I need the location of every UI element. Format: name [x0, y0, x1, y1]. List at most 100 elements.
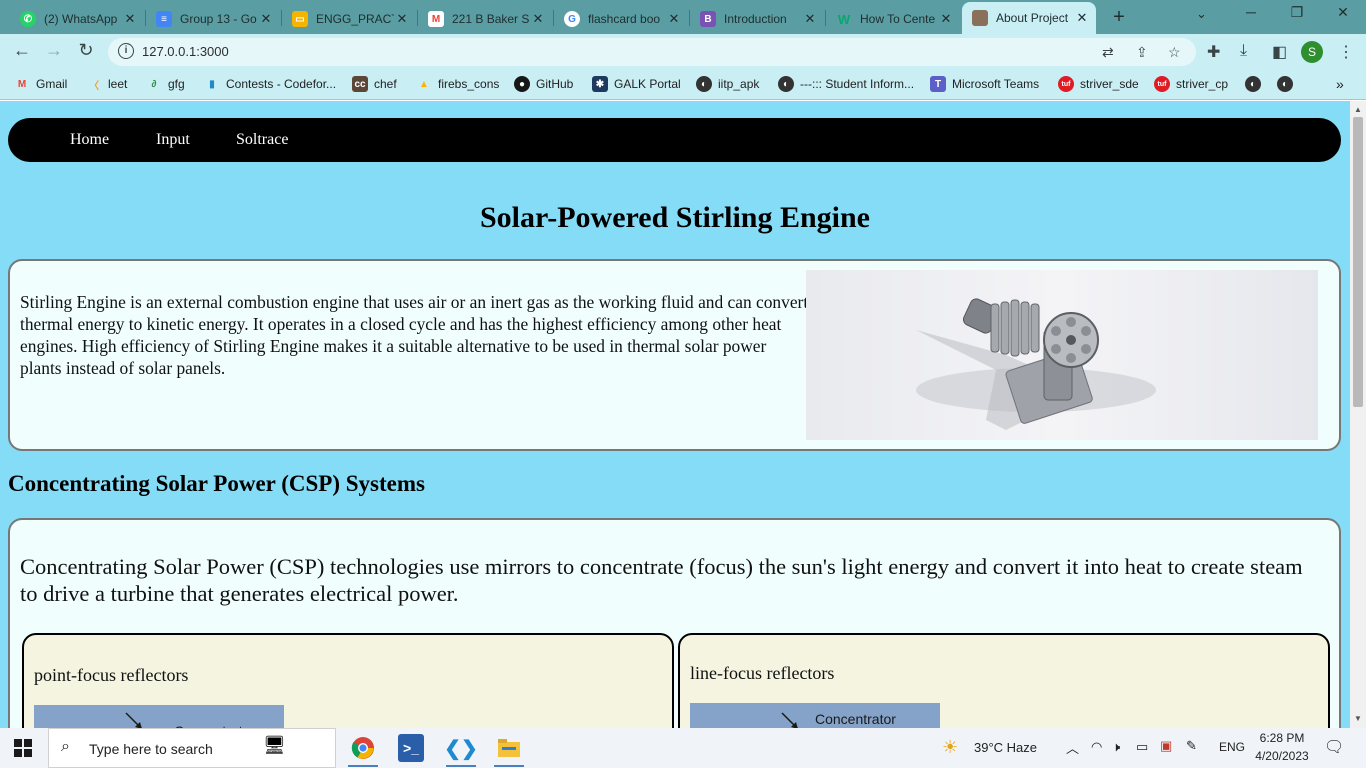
bookmark-label: Gmail: [36, 77, 68, 91]
tab-about-project[interactable]: About Project ✕: [962, 2, 1096, 34]
share-icon[interactable]: ⇪: [1136, 44, 1148, 61]
url-text[interactable]: 127.0.0.1:3000: [142, 44, 229, 59]
tab-title: ENGG_PRACT: [316, 12, 394, 26]
tuf-icon: tuf: [1058, 76, 1074, 92]
bookmark-label: striver_cp: [1176, 77, 1229, 91]
close-tab-icon[interactable]: ✕: [1074, 10, 1090, 26]
close-tab-icon[interactable]: ✕: [122, 11, 138, 27]
tab-introduction[interactable]: B Introduction ✕: [690, 4, 824, 34]
tab-search-chevron-icon[interactable]: ⌄: [1196, 6, 1207, 22]
close-tab-icon[interactable]: ✕: [802, 11, 818, 27]
bookmark-galk-portal[interactable]: ✱ GALK Portal: [592, 76, 681, 92]
side-panel-icon[interactable]: ◧: [1272, 42, 1287, 62]
csp-section-heading: Concentrating Solar Power (CSP) Systems: [8, 471, 425, 496]
pen-workspace-icon[interactable]: ✎: [1186, 738, 1197, 754]
bookmark-iitp-apk[interactable]: ◐ iitp_apk: [696, 76, 759, 92]
menu-kebab-icon[interactable]: ⋮: [1338, 42, 1354, 62]
page-scrollbar[interactable]: ▲ ▼: [1350, 101, 1366, 728]
tab-whatsapp[interactable]: ✆ (2) WhatsApp ✕: [10, 4, 144, 34]
reload-icon[interactable]: ↻: [74, 40, 98, 61]
powershell-icon[interactable]: >_: [398, 734, 424, 762]
battery-icon[interactable]: ▭: [1136, 739, 1148, 755]
point-focus-card: point-focus reflectors Concentrator: [22, 633, 674, 728]
back-arrow-icon[interactable]: ←: [10, 40, 34, 61]
scrollbar-thumb[interactable]: [1353, 117, 1363, 407]
vscode-icon[interactable]: ❮❯: [444, 734, 478, 762]
bookmark-chef[interactable]: cc chef: [352, 76, 397, 92]
bookmark-label: striver_sde: [1080, 77, 1139, 91]
bookmark-globe-2[interactable]: ◐: [1277, 76, 1299, 92]
bookmark-student-info[interactable]: ◐ ---::: Student Inform...: [778, 76, 914, 92]
downloads-icon[interactable]: ⤓: [1240, 42, 1247, 60]
tab-strip: ✆ (2) WhatsApp ✕ ≡ Group 13 - Go ✕ ▭ ENG…: [0, 0, 1366, 34]
close-window-button[interactable]: ✕: [1328, 4, 1358, 21]
search-placeholder: Type here to search: [89, 741, 213, 757]
nav-link-input[interactable]: Input: [156, 131, 190, 149]
close-tab-icon[interactable]: ✕: [666, 11, 682, 27]
volume-muted-icon[interactable]: 🕨: [1112, 739, 1120, 755]
line-focus-diagram: Concentrator: [690, 703, 940, 728]
google-slides-icon: ▭: [292, 11, 308, 27]
translate-icon[interactable]: ⇄: [1102, 44, 1114, 61]
show-hidden-icons-chevron-icon[interactable]: ︿: [1066, 738, 1079, 757]
bookmark-gmail[interactable]: M Gmail: [14, 76, 68, 92]
gmail-icon: M: [428, 11, 444, 27]
scroll-down-arrow-icon[interactable]: ▼: [1354, 714, 1362, 723]
close-tab-icon[interactable]: ✕: [938, 11, 954, 27]
point-focus-diagram: Concentrator: [34, 705, 284, 728]
restore-button[interactable]: ❐: [1282, 4, 1312, 21]
tab-engg-pract[interactable]: ▭ ENGG_PRACT ✕: [282, 4, 416, 34]
tab-title: Introduction: [724, 12, 787, 26]
bootstrap-icon: B: [700, 11, 716, 27]
intro-paragraph: Stirling Engine is an external combustio…: [20, 292, 809, 378]
gmail-icon: M: [17, 78, 27, 90]
bookmark-label: ---::: Student Inform...: [800, 77, 915, 91]
chrome-icon[interactable]: [348, 734, 378, 762]
new-tab-button[interactable]: +: [1108, 6, 1130, 29]
nav-link-soltrace[interactable]: Soltrace: [236, 131, 288, 149]
tab-group13[interactable]: ≡ Group 13 - Go ✕: [146, 4, 280, 34]
notifications-icon[interactable]: 🗨: [1324, 737, 1344, 757]
leetcode-icon: 〈: [89, 80, 99, 92]
language-indicator[interactable]: ENG: [1219, 740, 1245, 754]
weather-text[interactable]: 39°C Haze: [974, 740, 1037, 755]
bookmark-star-icon[interactable]: ☆: [1168, 44, 1181, 61]
windows-start-icon[interactable]: [14, 739, 32, 762]
github-icon: ●: [514, 76, 530, 92]
bookmark-leet[interactable]: 〈 leet: [86, 76, 127, 92]
bookmark-striver-cp[interactable]: tuf striver_cp: [1154, 76, 1228, 92]
minimize-button[interactable]: ─: [1236, 4, 1266, 20]
antivirus-icon[interactable]: ▣: [1160, 738, 1172, 754]
bookmark-globe-1[interactable]: ◐: [1245, 76, 1267, 92]
close-tab-icon[interactable]: ✕: [394, 11, 410, 27]
tab-gmail[interactable]: M 221 B Baker S ✕: [418, 4, 552, 34]
wifi-icon[interactable]: ◠: [1091, 739, 1102, 755]
address-bar[interactable]: i 127.0.0.1:3000 ⇄ ⇪ ☆: [108, 38, 1196, 66]
globe-icon: ◐: [696, 76, 712, 92]
tab-how-to-center[interactable]: W How To Cente ✕: [826, 4, 960, 34]
bookmark-codeforces[interactable]: ▮ Contests - Codefor...: [204, 76, 336, 92]
bookmark-striver-sde[interactable]: tuf striver_sde: [1058, 76, 1139, 92]
more-bookmarks-chevron-icon[interactable]: »: [1336, 76, 1344, 92]
close-tab-icon[interactable]: ✕: [258, 11, 274, 27]
taskbar-search-box[interactable]: ⌕ Type here to search 🖥: [48, 728, 336, 768]
clock-time[interactable]: 6:28 PM: [1256, 731, 1308, 745]
weather-haze-icon[interactable]: ☀: [942, 737, 958, 758]
close-tab-icon[interactable]: ✕: [530, 11, 546, 27]
bookmark-firebase[interactable]: ▲ firebs_cons: [416, 76, 499, 92]
extensions-icon[interactable]: ✚: [1207, 42, 1220, 62]
tab-title: 221 B Baker S: [452, 12, 530, 26]
clock-date[interactable]: 4/20/2023: [1252, 749, 1312, 763]
site-info-icon[interactable]: i: [118, 43, 134, 59]
globe-icon: ◐: [1245, 76, 1261, 92]
bookmark-gfg[interactable]: ∂ gfg: [146, 76, 185, 92]
bookmark-github[interactable]: ● GitHub: [514, 76, 573, 92]
tab-flashcard[interactable]: G flashcard boo ✕: [554, 4, 688, 34]
bookmark-teams[interactable]: T Microsoft Teams: [930, 76, 1039, 92]
gfg-icon: ∂: [151, 78, 157, 90]
forward-arrow-icon[interactable]: →: [42, 40, 66, 61]
nav-link-home[interactable]: Home: [70, 131, 109, 149]
scroll-up-arrow-icon[interactable]: ▲: [1354, 105, 1362, 114]
profile-avatar[interactable]: S: [1301, 41, 1323, 63]
file-explorer-icon[interactable]: [494, 734, 524, 762]
